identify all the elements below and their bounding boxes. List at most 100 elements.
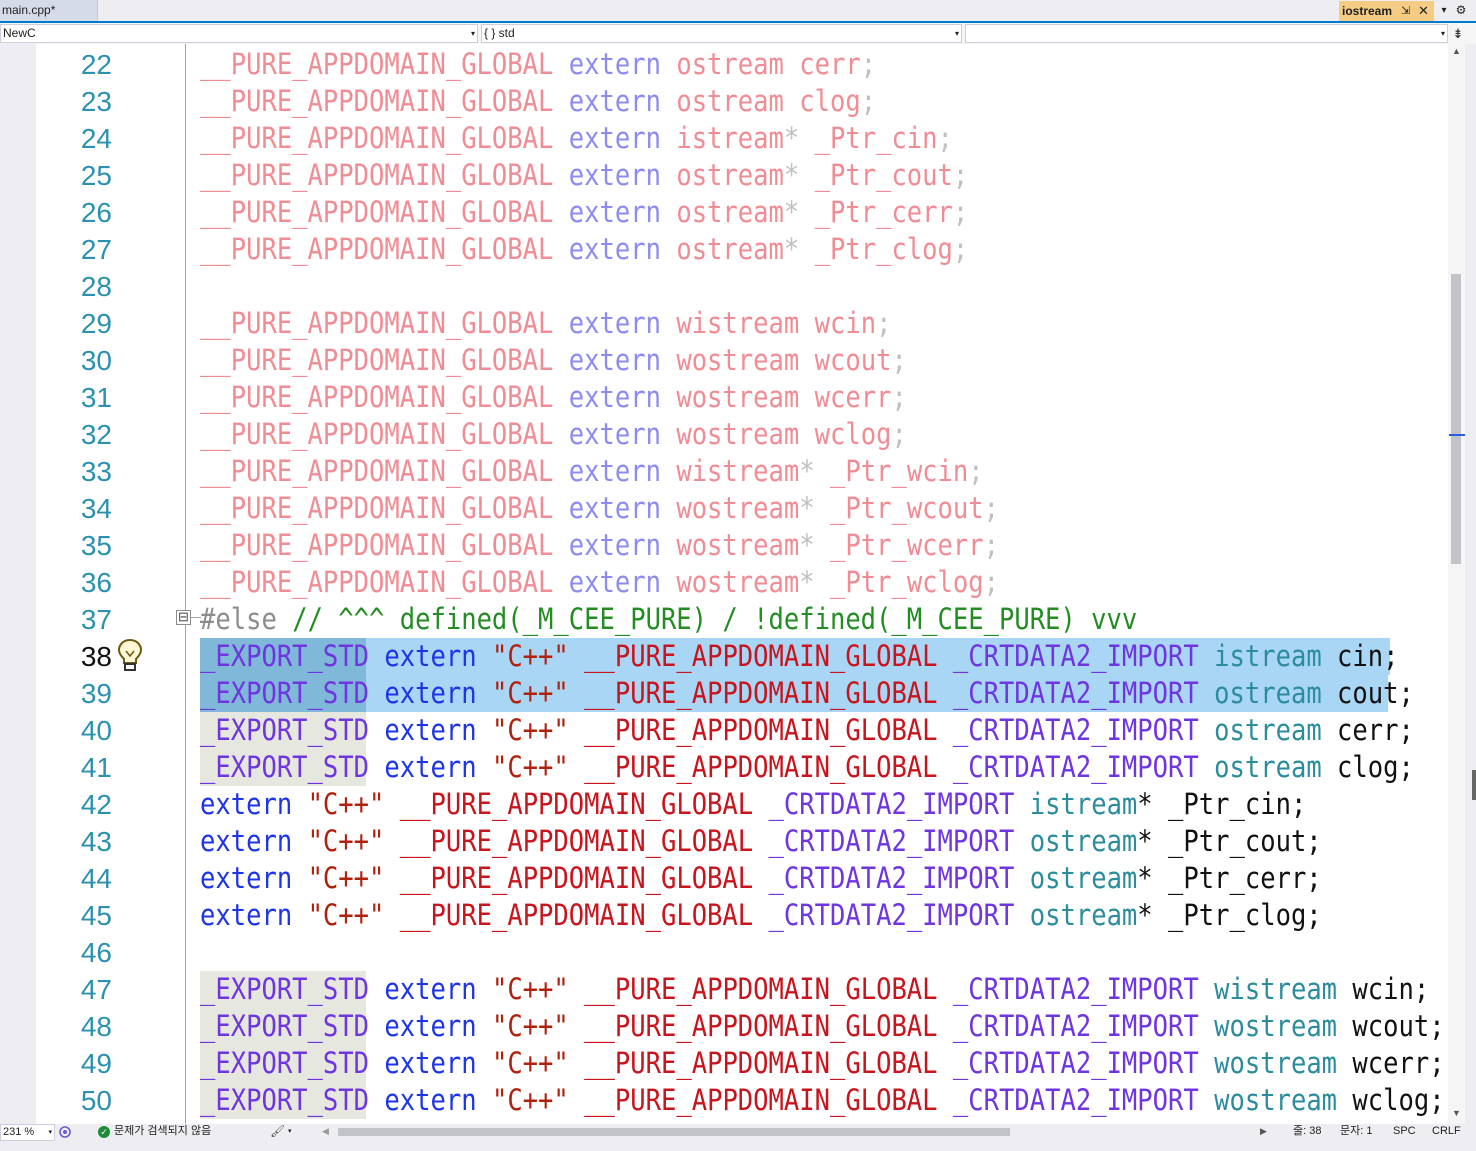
split-editor-button[interactable]: ⇟ bbox=[1450, 23, 1466, 44]
scroll-down-icon[interactable]: ▼ bbox=[1448, 1108, 1465, 1122]
code-line[interactable]: 26 __PURE_APPDOMAIN_GLOBAL extern ostream… bbox=[0, 194, 1448, 231]
code-text[interactable]: __PURE_APPDOMAIN_GLOBAL extern ostream* … bbox=[200, 157, 968, 194]
code-token: wcin; bbox=[1337, 972, 1430, 1006]
code-line[interactable]: 30 __PURE_APPDOMAIN_GLOBAL extern wostrea… bbox=[0, 342, 1448, 379]
code-text[interactable]: __PURE_APPDOMAIN_GLOBAL extern ostream c… bbox=[200, 46, 876, 83]
code-line[interactable]: 25 __PURE_APPDOMAIN_GLOBAL extern ostream… bbox=[0, 157, 1448, 194]
close-icon[interactable]: ✕ bbox=[1418, 1, 1429, 21]
code-text[interactable]: _EXPORT_STD extern "C++" __PURE_APPDOMAI… bbox=[200, 1045, 1445, 1082]
code-text[interactable]: extern "C++" __PURE_APPDOMAIN_GLOBAL _CR… bbox=[200, 786, 1306, 823]
code-text[interactable]: __PURE_APPDOMAIN_GLOBAL extern ostream* … bbox=[200, 194, 968, 231]
line-number: 39 bbox=[80, 678, 112, 709]
code-text[interactable]: extern "C++" __PURE_APPDOMAIN_GLOBAL _CR… bbox=[200, 897, 1322, 934]
code-line[interactable]: 39 _EXPORT_STD extern "C++" __PURE_APPDOM… bbox=[0, 675, 1448, 712]
code-line[interactable]: 33 __PURE_APPDOMAIN_GLOBAL extern wistrea… bbox=[0, 453, 1448, 490]
lightbulb-icon[interactable] bbox=[116, 638, 144, 672]
scroll-left-icon[interactable]: ◀ bbox=[322, 1124, 329, 1139]
code-line[interactable]: 41 _EXPORT_STD extern "C++" __PURE_APPDOM… bbox=[0, 749, 1448, 786]
line-ending-indicator[interactable]: CRLF bbox=[1432, 1124, 1461, 1139]
code-line[interactable]: 47 _EXPORT_STD extern "C++" __PURE_APPDOM… bbox=[0, 971, 1448, 1008]
code-line[interactable]: 40 _EXPORT_STD extern "C++" __PURE_APPDOM… bbox=[0, 712, 1448, 749]
code-line[interactable]: 34 __PURE_APPDOMAIN_GLOBAL extern wostrea… bbox=[0, 490, 1448, 527]
horizontal-scrollbar[interactable]: ◀ ▶ bbox=[322, 1124, 1272, 1139]
copilot-icon[interactable] bbox=[58, 1125, 72, 1139]
code-line[interactable]: 42 extern "C++" __PURE_APPDOMAIN_GLOBAL _… bbox=[0, 786, 1448, 823]
code-line[interactable]: 44 extern "C++" __PURE_APPDOMAIN_GLOBAL _… bbox=[0, 860, 1448, 897]
line-indicator[interactable]: 줄: 38 bbox=[1293, 1124, 1321, 1139]
code-line[interactable]: 36 __PURE_APPDOMAIN_GLOBAL extern wostrea… bbox=[0, 564, 1448, 601]
chevron-down-icon[interactable]: ▾ bbox=[288, 1124, 292, 1139]
code-text[interactable]: __PURE_APPDOMAIN_GLOBAL extern wostream*… bbox=[200, 564, 999, 601]
code-text[interactable]: __PURE_APPDOMAIN_GLOBAL extern wistream*… bbox=[200, 453, 984, 490]
code-text[interactable]: _EXPORT_STD extern "C++" __PURE_APPDOMAI… bbox=[200, 712, 1414, 749]
code-token: __PURE_APPDOMAIN_GLOBAL bbox=[584, 750, 938, 784]
code-text[interactable]: __PURE_APPDOMAIN_GLOBAL extern wostream … bbox=[200, 342, 907, 379]
code-token: extern bbox=[568, 528, 661, 562]
brush-icon[interactable]: 🖌 bbox=[270, 1124, 286, 1139]
code-text[interactable]: __PURE_APPDOMAIN_GLOBAL extern wostream … bbox=[200, 379, 907, 416]
code-text[interactable]: __PURE_APPDOMAIN_GLOBAL extern ostream* … bbox=[200, 231, 968, 268]
code-text[interactable]: __PURE_APPDOMAIN_GLOBAL extern istream* … bbox=[200, 120, 953, 157]
scroll-up-icon[interactable]: ▲ bbox=[1448, 46, 1465, 60]
code-line[interactable]: 49 _EXPORT_STD extern "C++" __PURE_APPDOM… bbox=[0, 1045, 1448, 1082]
code-token: wostream bbox=[1214, 1083, 1338, 1117]
code-text[interactable]: __PURE_APPDOMAIN_GLOBAL extern wistream … bbox=[200, 305, 891, 342]
member-dropdown[interactable]: ▾ bbox=[965, 24, 1448, 43]
code-text[interactable]: __PURE_APPDOMAIN_GLOBAL extern wostream … bbox=[200, 416, 907, 453]
code-line[interactable]: 29 __PURE_APPDOMAIN_GLOBAL extern wistrea… bbox=[0, 305, 1448, 342]
code-text[interactable]: _EXPORT_STD extern "C++" __PURE_APPDOMAI… bbox=[200, 675, 1414, 712]
code-token: __PURE_APPDOMAIN_GLOBAL bbox=[200, 417, 554, 451]
gear-icon[interactable]: ⚙ bbox=[1453, 0, 1469, 21]
collapse-icon[interactable]: ⊟ bbox=[176, 610, 191, 625]
code-line[interactable]: 22 __PURE_APPDOMAIN_GLOBAL extern ostream… bbox=[0, 46, 1448, 83]
code-line[interactable]: 48 _EXPORT_STD extern "C++" __PURE_APPDOM… bbox=[0, 1008, 1448, 1045]
code-line[interactable]: 28 bbox=[0, 268, 1448, 305]
code-line[interactable]: 37 #else // ^^^ defined(_M_CEE_PURE) / !d… bbox=[0, 601, 1448, 638]
code-text[interactable]: _EXPORT_STD extern "C++" __PURE_APPDOMAI… bbox=[200, 971, 1429, 1008]
code-line[interactable]: 50 _EXPORT_STD extern "C++" __PURE_APPDOM… bbox=[0, 1082, 1448, 1119]
tab-iostream[interactable]: iostream ⇲ ✕ bbox=[1339, 1, 1434, 21]
code-token: _CRTDATA2_IMPORT bbox=[952, 1083, 1199, 1117]
code-line[interactable]: 35 __PURE_APPDOMAIN_GLOBAL extern wostrea… bbox=[0, 527, 1448, 564]
code-line[interactable]: 24 __PURE_APPDOMAIN_GLOBAL extern istream… bbox=[0, 120, 1448, 157]
code-text[interactable]: __PURE_APPDOMAIN_GLOBAL extern wostream*… bbox=[200, 490, 999, 527]
vertical-scroll-thumb[interactable] bbox=[1451, 274, 1461, 564]
code-text[interactable]: _EXPORT_STD extern "C++" __PURE_APPDOMAI… bbox=[200, 1008, 1445, 1045]
code-line[interactable]: 46 bbox=[0, 934, 1448, 971]
code-editor[interactable]: 22 __PURE_APPDOMAIN_GLOBAL extern ostream… bbox=[0, 44, 1448, 1124]
code-text[interactable]: _EXPORT_STD extern "C++" __PURE_APPDOMAI… bbox=[200, 749, 1414, 786]
code-text[interactable]: _EXPORT_STD extern "C++" __PURE_APPDOMAI… bbox=[200, 1082, 1445, 1119]
code-text[interactable]: extern "C++" __PURE_APPDOMAIN_GLOBAL _CR… bbox=[200, 823, 1322, 860]
horizontal-scroll-thumb[interactable] bbox=[338, 1128, 1010, 1136]
scroll-right-icon[interactable]: ▶ bbox=[1260, 1124, 1267, 1139]
code-token: _EXPORT_STD bbox=[200, 1009, 370, 1043]
code-text[interactable]: __PURE_APPDOMAIN_GLOBAL extern wostream*… bbox=[200, 527, 999, 564]
code-line[interactable]: 43 extern "C++" __PURE_APPDOMAIN_GLOBAL _… bbox=[0, 823, 1448, 860]
tab-list-dropdown-icon[interactable]: ▾ bbox=[1437, 0, 1451, 21]
code-text[interactable]: #else // ^^^ defined(_M_CEE_PURE) / !def… bbox=[200, 601, 1137, 638]
whitespace-indicator[interactable]: SPC bbox=[1393, 1124, 1416, 1139]
column-indicator[interactable]: 문자: 1 bbox=[1340, 1124, 1372, 1139]
zoom-dropdown[interactable]: 231 % ▾ bbox=[0, 1124, 55, 1141]
code-line[interactable]: 31 __PURE_APPDOMAIN_GLOBAL extern wostrea… bbox=[0, 379, 1448, 416]
project-dropdown[interactable]: NewC ▾ bbox=[0, 24, 478, 43]
code-line[interactable]: 27 __PURE_APPDOMAIN_GLOBAL extern ostream… bbox=[0, 231, 1448, 268]
scope-dropdown[interactable]: { } std ▾ bbox=[481, 24, 962, 43]
pin-icon[interactable]: ⇲ bbox=[1401, 1, 1410, 21]
issues-status[interactable]: 문제가 검색되지 않음 bbox=[114, 1124, 211, 1139]
code-text[interactable]: _EXPORT_STD extern "C++" __PURE_APPDOMAI… bbox=[200, 638, 1399, 675]
code-line[interactable]: 32 __PURE_APPDOMAIN_GLOBAL extern wostrea… bbox=[0, 416, 1448, 453]
code-token: wcout bbox=[814, 343, 892, 377]
code-token: __PURE_APPDOMAIN_GLOBAL bbox=[584, 1083, 938, 1117]
tab-main-cpp[interactable]: main.cpp* bbox=[0, 0, 98, 21]
vertical-scrollbar[interactable]: ▲ ▼ bbox=[1448, 44, 1465, 1124]
code-text[interactable]: __PURE_APPDOMAIN_GLOBAL extern ostream c… bbox=[200, 83, 876, 120]
code-line[interactable]: 23 __PURE_APPDOMAIN_GLOBAL extern ostream… bbox=[0, 83, 1448, 120]
code-text[interactable]: extern "C++" __PURE_APPDOMAIN_GLOBAL _CR… bbox=[200, 860, 1322, 897]
code-line[interactable]: 45 extern "C++" __PURE_APPDOMAIN_GLOBAL _… bbox=[0, 897, 1448, 934]
code-line[interactable]: 38 _EXPORT_STD extern "C++" __PURE_APPDOM… bbox=[0, 638, 1448, 675]
